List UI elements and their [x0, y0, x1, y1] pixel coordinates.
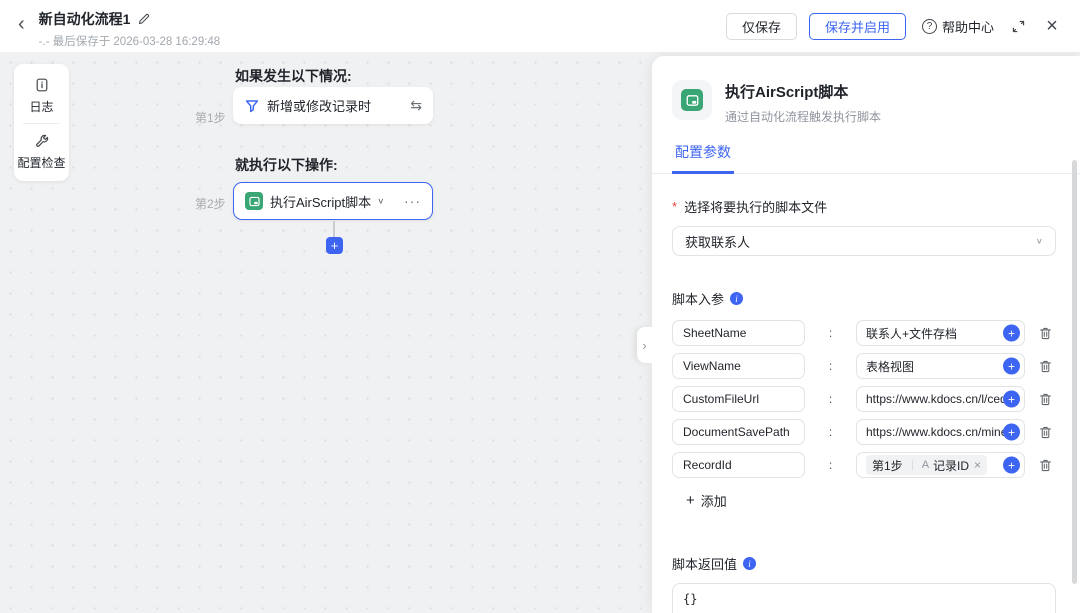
remove-tag-icon[interactable]: × — [974, 458, 981, 472]
plus-icon: + — [686, 492, 695, 509]
help-center-label: 帮助中心 — [941, 19, 994, 35]
question-circle-icon: ? — [921, 18, 937, 34]
param-rows: SheetName : 联系人+文件存档 + ViewName : 表格视图 +… — [672, 320, 1056, 478]
param-row: DocumentSavePath : https://www.kdocs.cn/… — [672, 419, 1056, 445]
chevron-right-icon: › — [642, 337, 647, 353]
script-file-label: 选择将要执行的脚本文件 — [684, 200, 828, 215]
script-params-label: 脚本入参 — [672, 292, 725, 307]
insert-variable-icon[interactable]: + — [1003, 357, 1020, 375]
panel-scrollbar[interactable] — [1072, 160, 1077, 584]
log-document-icon — [34, 77, 50, 93]
action-heading: 就执行以下操作: — [235, 157, 338, 173]
insert-variable-icon[interactable]: + — [1003, 324, 1020, 342]
log-label: 日志 — [29, 100, 54, 114]
tab-config-params[interactable]: 配置参数 — [672, 142, 734, 174]
insert-variable-icon[interactable]: + — [1003, 390, 1020, 408]
flow-connector-line — [333, 221, 335, 237]
info-icon[interactable]: i — [730, 292, 744, 305]
colon-separator: : — [828, 359, 833, 373]
save-and-enable-button[interactable]: 保存并启用 — [808, 12, 906, 40]
param-value-text: 联系人+文件存档 — [866, 326, 958, 341]
panel-subtitle: 通过自动化流程触发执行脚本 — [725, 110, 882, 124]
action-node-label: 执行AirScript脚本 — [270, 194, 372, 210]
fullscreen-expand-icon[interactable] — [1008, 16, 1028, 36]
record-id-variable-tag[interactable]: 第1步 ｜ A 记录ID × — [866, 455, 988, 475]
canvas-tool-card: 日志 配置检查 — [14, 64, 69, 181]
delete-param-icon[interactable] — [1038, 359, 1053, 374]
param-row: SheetName : 联系人+文件存档 + — [672, 320, 1056, 346]
wrench-icon — [34, 133, 50, 149]
top-bar: ‹ 新自动化流程1 -.- 最后保存于 2026-03-28 16:29:48 … — [0, 0, 1080, 52]
trigger-node-label: 新增或修改记录时 — [267, 99, 372, 114]
panel-collapse-handle[interactable]: › — [637, 327, 652, 363]
param-name-input[interactable]: RecordId — [672, 452, 805, 478]
step2-label: 第2步 — [195, 197, 226, 211]
required-asterisk: * — [672, 199, 678, 214]
last-saved-text: -.- 最后保存于 2026-03-28 16:29:48 — [38, 35, 221, 48]
param-name-input[interactable]: SheetName — [672, 320, 805, 346]
delete-param-icon[interactable] — [1038, 458, 1053, 473]
script-file-value: 获取联系人 — [685, 234, 751, 250]
script-return-label: 脚本返回值 — [672, 557, 738, 572]
tag-step-label: 第1步 — [872, 458, 903, 473]
airscript-icon — [681, 89, 703, 111]
config-panel: › 执行AirScript脚本 通过自动化流程触发执行脚本 配置参数 * 选择将… — [637, 56, 1080, 613]
save-only-button[interactable]: 仅保存 — [725, 12, 797, 40]
sidebar-item-log[interactable]: 日志 — [14, 73, 69, 123]
add-param-label: 添加 — [700, 494, 727, 509]
automation-flow-editor: ‹ 新自动化流程1 -.- 最后保存于 2026-03-28 16:29:48 … — [0, 0, 1080, 613]
param-value-text: 表格视图 — [866, 359, 915, 374]
airscript-icon — [245, 192, 263, 210]
delete-param-icon[interactable] — [1038, 326, 1053, 341]
sidebar-item-config-check[interactable]: 配置检查 — [14, 124, 69, 173]
param-row: ViewName : 表格视图 + — [672, 353, 1056, 379]
add-param-button[interactable]: + 添加 — [686, 491, 727, 510]
step1-label: 第1步 — [195, 111, 226, 125]
insert-variable-icon[interactable]: + — [1003, 423, 1020, 441]
script-file-select[interactable]: 获取联系人 ∨ — [672, 226, 1056, 256]
colon-separator: : — [828, 425, 833, 439]
param-name-input[interactable]: ViewName — [672, 353, 805, 379]
panel-title: 执行AirScript脚本 — [725, 84, 849, 101]
action-icon-box — [672, 80, 712, 120]
info-icon[interactable]: i — [743, 557, 757, 570]
action-node-card[interactable]: 执行AirScript脚本 ∨ ··· — [233, 182, 433, 220]
delete-param-icon[interactable] — [1038, 425, 1053, 440]
param-name-input[interactable]: CustomFileUrl — [672, 386, 805, 412]
record-trigger-filter-icon — [244, 98, 260, 114]
insert-variable-icon[interactable]: + — [1003, 456, 1020, 474]
chevron-down-icon[interactable]: ∨ — [377, 197, 384, 206]
chevron-down-icon: ∨ — [1035, 236, 1043, 246]
param-value-input[interactable]: 表格视图 + — [856, 353, 1025, 379]
param-row: CustomFileUrl : https://www.kdocs.cn/l/c… — [672, 386, 1056, 412]
param-value-input[interactable]: https://www.kdocs.cn/l/cedq + — [856, 386, 1025, 412]
param-value-input[interactable]: 第1步 ｜ A 记录ID × + — [856, 452, 1025, 478]
add-step-button[interactable]: + — [326, 237, 343, 254]
param-value-text: https://www.kdocs.cn/mine/4 — [866, 425, 1018, 439]
swap-trigger-icon[interactable]: ⇆ — [410, 97, 422, 114]
back-icon[interactable]: ‹ — [14, 4, 29, 44]
param-name-input[interactable]: DocumentSavePath — [672, 419, 805, 445]
tag-field-label: 记录ID — [933, 458, 970, 473]
tag-divider: ｜ — [906, 460, 918, 472]
param-row: RecordId : 第1步 ｜ A 记录ID × + — [672, 452, 1056, 478]
config-check-label: 配置检查 — [17, 156, 66, 170]
param-value-input[interactable]: 联系人+文件存档 + — [856, 320, 1025, 346]
script-return-value-box[interactable]: {} — [672, 583, 1056, 613]
edit-pencil-icon[interactable] — [137, 12, 151, 26]
flow-title: 新自动化流程1 — [38, 10, 131, 27]
param-value-input[interactable]: https://www.kdocs.cn/mine/4 + — [856, 419, 1025, 445]
field-type-icon: A — [921, 459, 930, 471]
colon-separator: : — [828, 458, 833, 472]
help-center-link[interactable]: ? 帮助中心 — [921, 17, 994, 36]
more-options-icon[interactable]: ··· — [404, 193, 421, 209]
colon-separator: : — [828, 392, 833, 406]
colon-separator: : — [828, 326, 833, 340]
close-icon[interactable]: × — [1042, 16, 1062, 36]
trigger-heading: 如果发生以下情况: — [235, 68, 352, 84]
trigger-node-card[interactable]: 新增或修改记录时 ⇆ — [233, 87, 433, 124]
param-value-text: https://www.kdocs.cn/l/cedq — [866, 392, 1014, 406]
delete-param-icon[interactable] — [1038, 392, 1053, 407]
